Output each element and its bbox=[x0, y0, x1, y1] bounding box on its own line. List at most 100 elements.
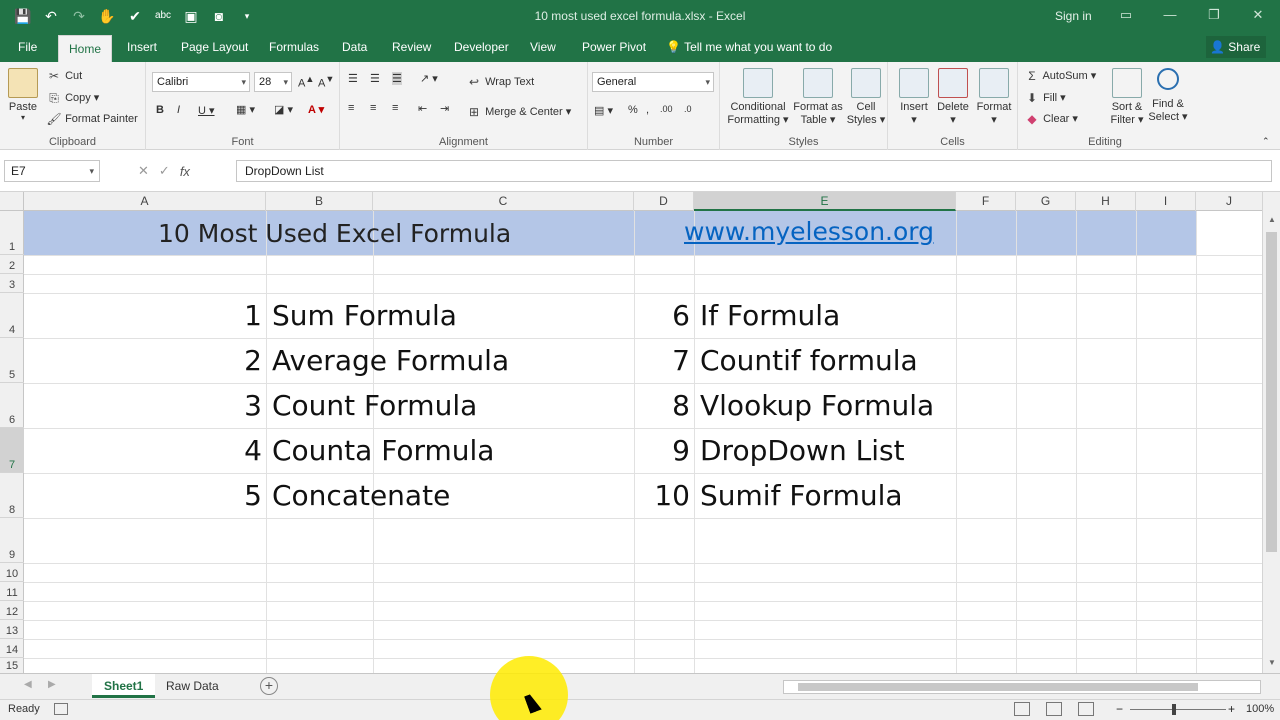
top-align-icon[interactable]: ☰ bbox=[348, 72, 358, 85]
increase-decimal-icon[interactable]: .00 bbox=[660, 104, 673, 114]
shrink-font-icon[interactable]: A▼ bbox=[318, 74, 334, 90]
row-header[interactable]: 11 bbox=[0, 582, 24, 601]
tab-developer[interactable]: Developer bbox=[444, 32, 519, 62]
grow-font-icon[interactable]: A▲ bbox=[298, 74, 314, 90]
number-format-select[interactable]: General bbox=[592, 72, 714, 92]
row-header[interactable]: 2 bbox=[0, 255, 24, 274]
cell-styles-button[interactable]: Cell Styles ▾ bbox=[846, 68, 886, 126]
row-header[interactable]: 8 bbox=[0, 473, 24, 518]
tab-view[interactable]: View bbox=[520, 32, 566, 62]
horizontal-scrollbar[interactable] bbox=[783, 680, 1261, 694]
bottom-align-icon[interactable]: ☰ bbox=[392, 72, 402, 85]
italic-button[interactable]: I bbox=[177, 104, 180, 116]
row-header[interactable]: 13 bbox=[0, 620, 24, 639]
decrease-indent-icon[interactable]: ⇤ bbox=[418, 102, 427, 115]
page-break-view-icon[interactable] bbox=[1078, 702, 1094, 716]
underline-button[interactable]: U ▾ bbox=[198, 104, 215, 117]
align-center-icon[interactable]: ≡ bbox=[370, 102, 376, 114]
font-size-select[interactable]: 28 bbox=[254, 72, 292, 92]
sheet-tab-sheet1[interactable]: Sheet1 bbox=[92, 674, 156, 698]
website-link[interactable]: www.myelesson.org bbox=[684, 217, 934, 246]
insert-function-icon[interactable]: fx bbox=[180, 164, 190, 179]
tab-page-layout[interactable]: Page Layout bbox=[171, 32, 258, 62]
font-color-icon[interactable]: A ▾ bbox=[308, 103, 324, 116]
orientation-icon[interactable]: ↗ ▾ bbox=[420, 72, 438, 85]
row-header[interactable]: 1 bbox=[0, 211, 24, 255]
row-header[interactable]: 12 bbox=[0, 601, 24, 620]
name-box[interactable]: E7 bbox=[4, 160, 100, 182]
column-header-c[interactable]: C bbox=[373, 192, 634, 211]
row-header[interactable]: 3 bbox=[0, 274, 24, 293]
tab-home[interactable]: Home bbox=[58, 35, 113, 62]
tell-me-box[interactable]: 💡 Tell me what you want to do bbox=[666, 32, 832, 62]
font-family-select[interactable]: Calibri bbox=[152, 72, 250, 92]
vertical-scrollbar[interactable]: ▲ ▼ bbox=[1262, 192, 1280, 673]
worksheet-grid[interactable]: 10 Most Used Excel Formula www.myelesson… bbox=[24, 211, 1262, 673]
fill-button[interactable]: ⬇ Fill ▾ bbox=[1024, 90, 1066, 106]
vertical-scroll-thumb[interactable] bbox=[1266, 232, 1277, 552]
column-header-b[interactable]: B bbox=[266, 192, 373, 211]
autosum-button[interactable]: Σ AutoSum ▾ bbox=[1024, 68, 1096, 84]
delete-cells-button[interactable]: Delete ▾ bbox=[934, 68, 972, 126]
scroll-up-icon[interactable]: ▲ bbox=[1263, 212, 1280, 228]
decrease-decimal-icon[interactable]: .0 bbox=[684, 104, 692, 114]
macro-record-icon[interactable] bbox=[54, 703, 68, 715]
prev-sheet-icon[interactable]: ◀ bbox=[24, 679, 32, 690]
row-header[interactable]: 10 bbox=[0, 563, 24, 582]
column-header-j[interactable]: J bbox=[1196, 192, 1262, 211]
next-sheet-icon[interactable]: ▶ bbox=[48, 679, 56, 690]
column-header-g[interactable]: G bbox=[1016, 192, 1076, 211]
row-header[interactable]: 6 bbox=[0, 383, 24, 428]
sort-filter-button[interactable]: Sort & Filter ▾ bbox=[1108, 68, 1146, 126]
wrap-text-button[interactable]: ↩ Wrap Text bbox=[466, 74, 534, 90]
align-right-icon[interactable]: ≡ bbox=[392, 102, 398, 114]
tab-formulas[interactable]: Formulas bbox=[259, 32, 329, 62]
page-layout-view-icon[interactable] bbox=[1046, 702, 1062, 716]
normal-view-icon[interactable] bbox=[1014, 702, 1030, 716]
align-left-icon[interactable]: ≡ bbox=[348, 102, 354, 114]
select-all-corner[interactable] bbox=[0, 192, 24, 211]
percent-icon[interactable]: % bbox=[628, 104, 638, 116]
zoom-level[interactable]: 100% bbox=[1246, 703, 1274, 715]
column-header-a[interactable]: A bbox=[24, 192, 266, 211]
column-header-e[interactable]: E bbox=[694, 192, 956, 211]
column-header-d[interactable]: D bbox=[634, 192, 694, 211]
row-header[interactable]: 4 bbox=[0, 293, 24, 338]
formula-input[interactable]: DropDown List bbox=[236, 160, 1272, 182]
scroll-down-icon[interactable]: ▼ bbox=[1263, 655, 1280, 671]
row-header[interactable]: 15 bbox=[0, 658, 24, 673]
share-button[interactable]: 👤 Share bbox=[1206, 36, 1266, 58]
clear-button[interactable]: ◆ Clear ▾ bbox=[1024, 111, 1078, 127]
find-select-button[interactable]: Find & Select ▾ bbox=[1148, 68, 1188, 123]
column-header-f[interactable]: F bbox=[956, 192, 1016, 211]
add-sheet-icon[interactable]: + bbox=[260, 677, 278, 695]
column-header-i[interactable]: I bbox=[1136, 192, 1196, 211]
increase-indent-icon[interactable]: ⇥ bbox=[440, 102, 449, 115]
tab-power-pivot[interactable]: Power Pivot bbox=[572, 32, 656, 62]
format-cells-button[interactable]: Format ▾ bbox=[974, 68, 1014, 126]
currency-icon[interactable]: ▤ ▾ bbox=[594, 104, 613, 117]
conditional-formatting-button[interactable]: Conditional Formatting ▾ bbox=[726, 68, 790, 126]
sheet-tab-raw-data[interactable]: Raw Data bbox=[154, 674, 231, 698]
tab-file[interactable]: File bbox=[8, 32, 47, 62]
bold-button[interactable]: B bbox=[156, 104, 164, 116]
middle-align-icon[interactable]: ☰ bbox=[370, 72, 380, 85]
zoom-slider[interactable]: − + bbox=[1114, 702, 1244, 718]
horizontal-scroll-thumb[interactable] bbox=[798, 683, 1198, 691]
comma-icon[interactable]: , bbox=[646, 104, 649, 116]
maximize-icon[interactable]: ❐ bbox=[1192, 0, 1236, 32]
row-header[interactable]: 14 bbox=[0, 639, 24, 658]
close-icon[interactable]: ✕ bbox=[1236, 0, 1280, 32]
cancel-entry-icon[interactable]: ✕ bbox=[138, 163, 149, 179]
merge-center-button[interactable]: ⊞ Merge & Center ▾ bbox=[466, 104, 571, 120]
copy-button[interactable]: ⎘ Copy ▾ bbox=[46, 90, 99, 106]
ribbon-display-icon[interactable]: ▭ bbox=[1104, 0, 1148, 32]
collapse-ribbon-icon[interactable]: ⌃ bbox=[1262, 136, 1270, 147]
tab-data[interactable]: Data bbox=[332, 32, 377, 62]
format-painter-button[interactable]: 🖌 Format Painter bbox=[46, 111, 137, 127]
row-header[interactable]: 5 bbox=[0, 338, 24, 383]
format-as-table-button[interactable]: Format as Table ▾ bbox=[792, 68, 844, 126]
confirm-entry-icon[interactable]: ✓ bbox=[159, 163, 170, 179]
row-header[interactable]: 9 bbox=[0, 518, 24, 563]
tab-insert[interactable]: Insert bbox=[117, 32, 167, 62]
